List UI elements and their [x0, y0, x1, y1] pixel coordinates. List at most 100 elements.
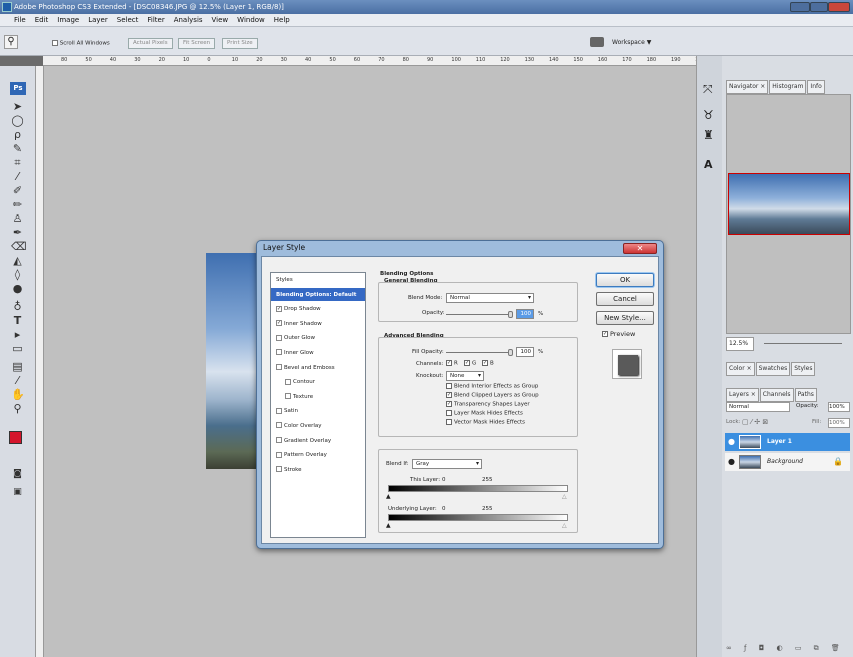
channel-r-checkbox[interactable]: ✓ R	[446, 360, 458, 367]
menu-image[interactable]: Image	[57, 16, 79, 24]
scroll-all-windows-checkbox[interactable]: Scroll All Windows	[52, 40, 110, 47]
advanced-option-checkbox[interactable]: ✓ Transparency Shapes Layer	[446, 401, 530, 408]
opacity-slider-thumb[interactable]	[508, 311, 513, 318]
style-item[interactable]: Contour	[271, 375, 365, 390]
dodge-tool-icon[interactable]: ●	[11, 282, 24, 295]
healing-brush-icon[interactable]: ✐	[11, 184, 24, 197]
navigator-preview[interactable]	[728, 173, 850, 235]
quick-mask-icon[interactable]: ◙	[11, 468, 24, 481]
layer-row-background[interactable]: ● Background 🔒	[725, 453, 850, 471]
new-style-button[interactable]: New Style...	[596, 311, 654, 325]
print-size-button[interactable]: Print Size	[222, 38, 258, 49]
zoom-tool-icon[interactable]: ⚲	[4, 35, 18, 49]
path-selection-icon[interactable]: ▸	[11, 328, 24, 341]
style-item[interactable]: Blending Options: Default	[271, 287, 365, 303]
menu-analysis[interactable]: Analysis	[174, 16, 203, 24]
tab-channels[interactable]: Channels	[759, 388, 794, 402]
opacity-slider[interactable]	[446, 314, 512, 315]
tab-info[interactable]: Info	[807, 80, 825, 94]
navigator-zoom-value[interactable]: 12.5%	[726, 337, 754, 351]
layer-row-layer1[interactable]: ● Layer 1	[725, 433, 850, 451]
style-checkbox[interactable]	[285, 393, 291, 400]
clone-source-icon[interactable]: ♜	[703, 128, 714, 142]
this-layer-black-thumb[interactable]: ▲	[386, 493, 391, 500]
style-item[interactable]: Bevel and Emboss	[271, 361, 365, 376]
channel-b-checkbox[interactable]: ✓ B	[482, 360, 494, 367]
minimize-button[interactable]	[790, 2, 810, 12]
clone-stamp-icon[interactable]: ♙	[11, 212, 24, 225]
style-item[interactable]: Pattern Overlay	[271, 448, 365, 463]
this-layer-white-thumb[interactable]: △	[562, 493, 567, 500]
actual-pixels-button[interactable]: Actual Pixels	[128, 38, 173, 49]
marquee-tool-icon[interactable]: ◯	[11, 114, 24, 127]
preview-checkbox[interactable]: ✓ Preview	[602, 330, 635, 338]
style-checkbox[interactable]	[276, 466, 282, 473]
blend-if-dropdown[interactable]: Gray	[412, 459, 482, 469]
history-brush-icon[interactable]: ✒	[11, 226, 24, 239]
style-item[interactable]: ✓ Inner Shadow	[271, 317, 365, 332]
style-checkbox[interactable]: ✓	[276, 305, 282, 312]
layer-blend-mode-select[interactable]: Normal	[726, 402, 790, 412]
lasso-tool-icon[interactable]: ρ	[11, 128, 24, 141]
type-tool-icon[interactable]: T	[11, 314, 24, 327]
style-item[interactable]: Styles	[271, 273, 365, 288]
style-item[interactable]: Stroke	[271, 463, 365, 478]
foreground-color-swatch[interactable]	[9, 431, 22, 444]
style-item[interactable]: Inner Glow	[271, 346, 365, 361]
hand-tool-icon[interactable]: ✋	[11, 388, 25, 401]
menu-layer[interactable]: Layer	[88, 16, 108, 24]
workspace-menu[interactable]: Workspace ▼	[612, 39, 651, 46]
underlying-black-thumb[interactable]: ▲	[386, 522, 391, 529]
advanced-option-checkbox[interactable]: Blend Interior Effects as Group	[446, 383, 538, 390]
style-checkbox[interactable]	[276, 451, 282, 458]
style-checkbox[interactable]	[285, 378, 291, 385]
bridge-icon[interactable]	[590, 37, 604, 47]
shape-tool-icon[interactable]: ▭	[11, 342, 24, 355]
move-tool-icon[interactable]: ➤	[11, 100, 24, 113]
knockout-dropdown[interactable]: None	[446, 371, 484, 381]
style-checkbox[interactable]: ✓	[276, 320, 282, 327]
layers-footer-icons[interactable]: ∞ ƒ ◘ ◐ ▭ ⧉ 🗑	[726, 644, 851, 654]
eraser-icon[interactable]: ⌫	[11, 240, 27, 253]
style-checkbox[interactable]	[276, 407, 282, 414]
ok-button[interactable]: OK	[596, 273, 654, 287]
fill-opacity-input[interactable]: 100	[516, 347, 534, 357]
this-layer-gradient-slider[interactable]	[388, 485, 568, 492]
tab-color[interactable]: Color ×	[726, 362, 755, 376]
menu-edit[interactable]: Edit	[35, 16, 49, 24]
style-item[interactable]: ✓ Drop Shadow	[271, 302, 365, 317]
style-item[interactable]: Outer Glow	[271, 331, 365, 346]
layer-fill-value[interactable]: 100%	[828, 418, 850, 428]
dialog-close-button[interactable]: ✕	[623, 243, 657, 254]
brushes-icon[interactable]: ♉	[703, 108, 714, 122]
opacity-input[interactable]: 100	[516, 309, 534, 319]
menu-window[interactable]: Window	[237, 16, 265, 24]
paint-bucket-icon[interactable]: ◭	[11, 254, 24, 267]
tab-styles[interactable]: Styles	[791, 362, 816, 376]
style-checkbox[interactable]	[276, 334, 282, 341]
menu-help[interactable]: Help	[274, 16, 290, 24]
channel-g-checkbox[interactable]: ✓ G	[464, 360, 476, 367]
character-panel-icon[interactable]: A	[704, 158, 713, 171]
style-item[interactable]: Satin	[271, 404, 365, 419]
menu-view[interactable]: View	[212, 16, 229, 24]
menu-file[interactable]: File	[14, 16, 26, 24]
visibility-eye-icon[interactable]: ●	[728, 457, 735, 467]
fit-screen-button[interactable]: Fit Screen	[178, 38, 216, 49]
advanced-option-checkbox[interactable]: Layer Mask Hides Effects	[446, 410, 523, 417]
cancel-button[interactable]: Cancel	[596, 292, 654, 306]
style-checkbox[interactable]	[276, 364, 282, 371]
navigator-zoom-slider[interactable]	[764, 343, 842, 344]
fill-opacity-slider[interactable]	[446, 352, 512, 353]
visibility-eye-icon[interactable]: ●	[728, 437, 735, 447]
blend-mode-dropdown[interactable]: Normal	[446, 293, 534, 303]
notes-tool-icon[interactable]: ▤	[11, 360, 24, 373]
style-item[interactable]: Color Overlay	[271, 419, 365, 434]
style-checkbox[interactable]	[276, 422, 282, 429]
tab-paths[interactable]: Paths	[794, 388, 817, 402]
style-checkbox[interactable]	[276, 437, 282, 444]
eyedropper-icon[interactable]: ⁄	[11, 374, 24, 387]
menu-select[interactable]: Select	[117, 16, 139, 24]
tab-layers[interactable]: Layers ×	[726, 388, 759, 402]
slice-tool-icon[interactable]: ⁄	[11, 170, 24, 183]
